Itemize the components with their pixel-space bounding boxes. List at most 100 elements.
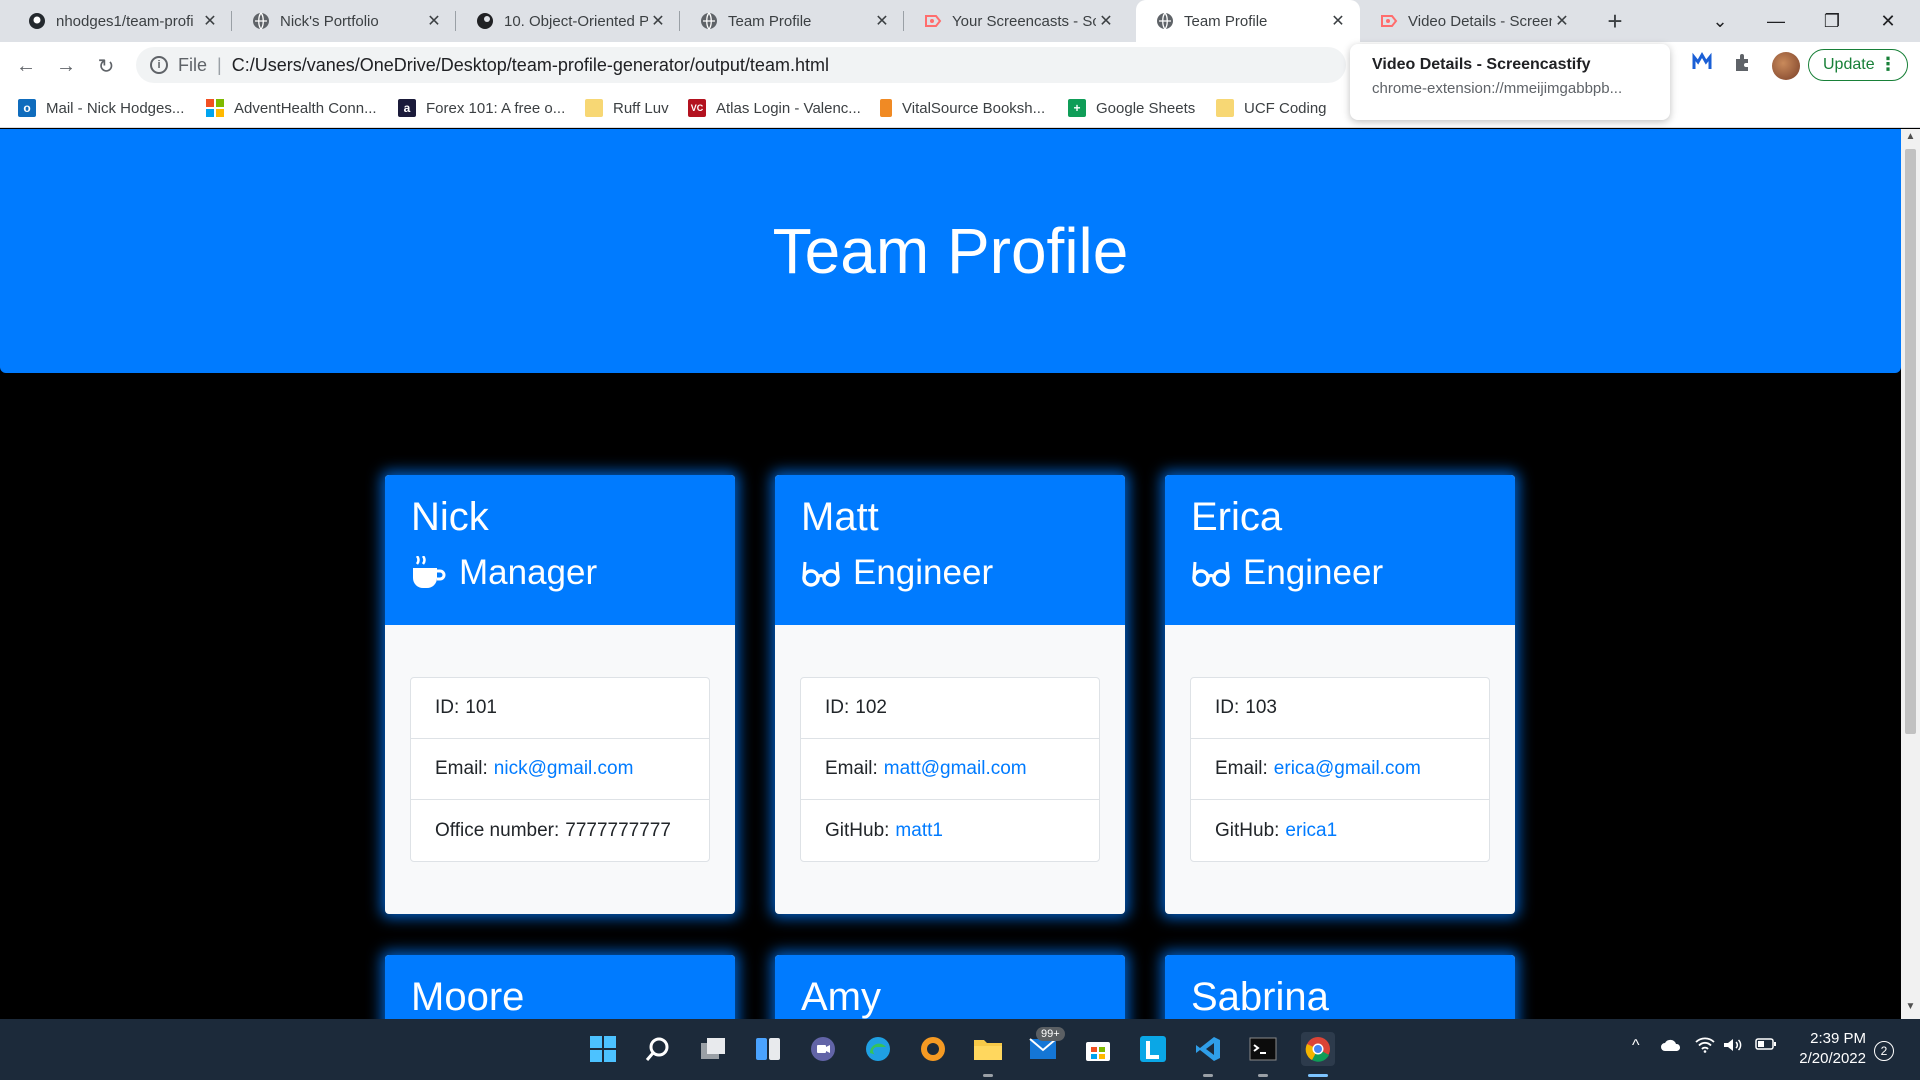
widgets-icon[interactable] bbox=[751, 1032, 785, 1066]
tab-title: 10. Object-Oriented P bbox=[504, 12, 648, 30]
bookmark-vitalsource[interactable]: VitalSource Booksh... bbox=[880, 96, 1045, 120]
list-item-email: Email: nick@gmail.com bbox=[411, 739, 709, 800]
employee-card: Moore bbox=[385, 955, 735, 1019]
minimize-button[interactable]: — bbox=[1748, 0, 1804, 42]
chevron-up-icon[interactable]: ^ bbox=[1632, 1037, 1640, 1055]
microsoft-icon bbox=[206, 99, 224, 117]
bookmark-google-sheets[interactable]: + Google Sheets bbox=[1068, 96, 1195, 120]
bookmark-atlas[interactable]: VC Atlas Login - Valenc... bbox=[688, 96, 861, 120]
menu-icon[interactable]: ⋮ bbox=[1879, 54, 1897, 75]
email-link[interactable]: nick@gmail.com bbox=[494, 758, 634, 780]
tab-screencasts[interactable]: Your Screencasts - Scr ✕ bbox=[904, 0, 1128, 42]
globe-icon bbox=[1156, 12, 1174, 30]
scrollbar-thumb[interactable] bbox=[1905, 149, 1916, 734]
tab-team-profile-active[interactable]: Team Profile ✕ bbox=[1136, 0, 1360, 42]
onedrive-icon[interactable] bbox=[1660, 1037, 1682, 1058]
battery-icon[interactable] bbox=[1755, 1037, 1777, 1056]
hover-card-url: chrome-extension://mmeijimgabbpb... bbox=[1372, 80, 1623, 97]
role-label: Engineer bbox=[1243, 553, 1384, 592]
card-header: Sabrina bbox=[1165, 955, 1515, 1019]
tab-title: nhodges1/team-profi bbox=[56, 12, 194, 30]
url-text[interactable]: C:/Users/vanes/OneDrive/Desktop/team-pro… bbox=[232, 55, 829, 76]
windows-start-icon[interactable] bbox=[586, 1032, 620, 1066]
back-button[interactable]: ← bbox=[10, 50, 42, 82]
clock-date: 2/20/2022 bbox=[1799, 1050, 1866, 1067]
github-link[interactable]: matt1 bbox=[895, 820, 943, 842]
close-icon[interactable]: ✕ bbox=[648, 11, 668, 31]
notification-badge[interactable]: 2 bbox=[1874, 1041, 1894, 1061]
bookmark-mail[interactable]: o Mail - Nick Hodges... bbox=[18, 96, 184, 120]
mail-badge: 99+ bbox=[1036, 1027, 1065, 1041]
card-header: Nick Manager bbox=[385, 475, 735, 625]
forward-button[interactable]: → bbox=[50, 50, 82, 82]
new-tab-button[interactable]: + bbox=[1599, 6, 1631, 36]
forex-icon: a bbox=[398, 99, 416, 117]
app-icon[interactable] bbox=[916, 1032, 950, 1066]
chrome-icon[interactable] bbox=[1301, 1032, 1335, 1066]
tab-portfolio[interactable]: Nick's Portfolio ✕ bbox=[232, 0, 456, 42]
volume-icon[interactable] bbox=[1722, 1037, 1742, 1058]
task-view-icon[interactable] bbox=[696, 1032, 730, 1066]
employee-card: Nick Manager ID: 101 Email: nick@gmail.com… bbox=[385, 475, 735, 914]
bookmark-label: Ruff Luv bbox=[613, 99, 669, 117]
globe-icon bbox=[700, 12, 718, 30]
list-item-github: GitHub: matt1 bbox=[825, 819, 943, 842]
search-icon[interactable] bbox=[641, 1032, 675, 1066]
close-icon[interactable]: ✕ bbox=[424, 11, 444, 31]
employee-role: Engineer bbox=[801, 551, 1099, 595]
tab-video-details[interactable]: Video Details - Screen ✕ bbox=[1360, 0, 1584, 42]
vscode-icon[interactable] bbox=[1191, 1032, 1225, 1066]
address-bar[interactable]: i File | C:/Users/vanes/OneDrive/Desktop… bbox=[136, 47, 1346, 83]
tab-github[interactable]: nhodges1/team-profi ✕ bbox=[8, 0, 232, 42]
system-clock[interactable]: 2:39 PM 2/20/2022 bbox=[1790, 1029, 1866, 1069]
close-window-button[interactable]: ✕ bbox=[1860, 0, 1916, 42]
close-icon[interactable]: ✕ bbox=[1552, 11, 1572, 31]
close-icon[interactable]: ✕ bbox=[872, 11, 892, 31]
vitalsource-icon bbox=[880, 99, 892, 117]
bookmark-adventhealth[interactable]: AdventHealth Conn... bbox=[206, 96, 377, 120]
tab-search-icon[interactable]: ⌄ bbox=[1692, 0, 1748, 42]
tab-team-profile[interactable]: Team Profile ✕ bbox=[680, 0, 904, 42]
ucf-icon bbox=[476, 12, 494, 30]
close-icon[interactable]: ✕ bbox=[200, 11, 220, 31]
hover-card-title: Video Details - Screencastify bbox=[1372, 56, 1591, 73]
page-viewport: Team Profile Nick Manager ID: 101 Email: n… bbox=[0, 129, 1901, 1019]
teams-chat-icon[interactable] bbox=[806, 1032, 840, 1066]
launcher-icon[interactable] bbox=[1136, 1032, 1170, 1066]
bookmark-label: Mail - Nick Hodges... bbox=[46, 99, 185, 117]
update-button[interactable]: Update ⋮ bbox=[1808, 49, 1908, 81]
employee-name: Matt bbox=[801, 495, 879, 539]
avatar[interactable] bbox=[1772, 52, 1800, 80]
github-link[interactable]: erica1 bbox=[1285, 820, 1337, 842]
close-icon[interactable]: ✕ bbox=[1096, 11, 1116, 31]
close-icon[interactable]: ✕ bbox=[1328, 11, 1348, 31]
scheme-label: File bbox=[178, 54, 208, 75]
email-link[interactable]: erica@gmail.com bbox=[1274, 758, 1421, 780]
terminal-icon[interactable] bbox=[1246, 1032, 1280, 1066]
employee-name: Amy bbox=[801, 975, 881, 1019]
employee-name: Moore bbox=[411, 975, 525, 1019]
card-header: Erica Engineer bbox=[1165, 475, 1515, 625]
store-icon[interactable] bbox=[1081, 1032, 1115, 1066]
tab-oop[interactable]: 10. Object-Oriented P ✕ bbox=[456, 0, 680, 42]
employee-card: Matt Engineer ID: 102 Email: matt@gmail.co… bbox=[775, 475, 1125, 914]
bookmark-ucf-coding[interactable]: UCF Coding bbox=[1216, 96, 1327, 120]
scroll-up-icon[interactable]: ▲ bbox=[1901, 131, 1920, 147]
tab-title: Your Screencasts - Scr bbox=[952, 12, 1096, 30]
scroll-down-icon[interactable]: ▼ bbox=[1901, 1001, 1920, 1017]
info-icon[interactable]: i bbox=[150, 56, 168, 74]
malwarebytes-icon[interactable] bbox=[1690, 50, 1714, 74]
puzzle-icon[interactable] bbox=[1731, 50, 1755, 74]
file-explorer-icon[interactable] bbox=[971, 1032, 1005, 1066]
folder-icon bbox=[1216, 99, 1234, 117]
email-link[interactable]: matt@gmail.com bbox=[884, 758, 1027, 780]
reload-button[interactable]: ↻ bbox=[90, 50, 122, 82]
outlook-icon: o bbox=[18, 99, 36, 117]
restore-button[interactable]: ❐ bbox=[1804, 0, 1860, 42]
edge-icon[interactable] bbox=[861, 1032, 895, 1066]
glasses-icon bbox=[1192, 561, 1230, 587]
wifi-icon[interactable] bbox=[1695, 1037, 1715, 1058]
bookmark-forex[interactable]: a Forex 101: A free o... bbox=[398, 96, 565, 120]
page-scrollbar[interactable]: ▲ ▼ bbox=[1901, 129, 1920, 1019]
bookmark-ruff-luv[interactable]: Ruff Luv bbox=[585, 96, 669, 120]
